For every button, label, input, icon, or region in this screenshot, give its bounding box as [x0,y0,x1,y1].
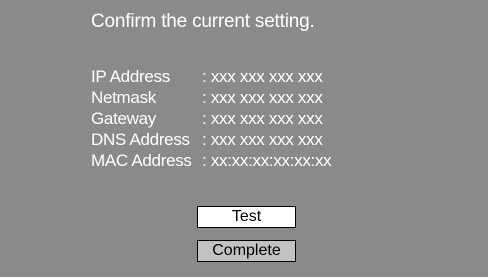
setting-label: DNS Address [91,130,190,149]
setting-label: Netmask [91,88,156,107]
setting-value: : xxx xxx xxx xxx [202,130,323,149]
setting-row-dns-address: DNS Address : xxx xxx xxx xxx [91,129,331,150]
setting-row-netmask: Netmask : xxx xxx xxx xxx [91,87,331,108]
setting-row-ip-address: IP Address : xxx xxx xxx xxx [91,66,331,87]
setting-label: Gateway [91,109,156,128]
network-settings-screen: Confirm the current setting. IP Address … [0,0,490,277]
setting-value: : xxx xxx xxx xxx [202,109,323,128]
setting-row-gateway: Gateway : xxx xxx xxx xxx [91,108,331,129]
test-button[interactable]: Test [197,206,296,228]
setting-value: : xxx xxx xxx xxx [202,67,323,86]
dialog-title: Confirm the current setting. [91,11,315,32]
settings-list: IP Address : xxx xxx xxx xxx Netmask : x… [91,66,332,171]
setting-value: : xxx xxx xxx xxx [202,88,323,107]
setting-label: IP Address [91,67,170,86]
setting-label: MAC Address [91,151,192,170]
complete-button[interactable]: Complete [197,240,296,262]
setting-row-mac-address: MAC Address : xx:xx:xx:xx:xx:xx [91,150,332,171]
setting-value: : xx:xx:xx:xx:xx:xx [202,151,332,170]
